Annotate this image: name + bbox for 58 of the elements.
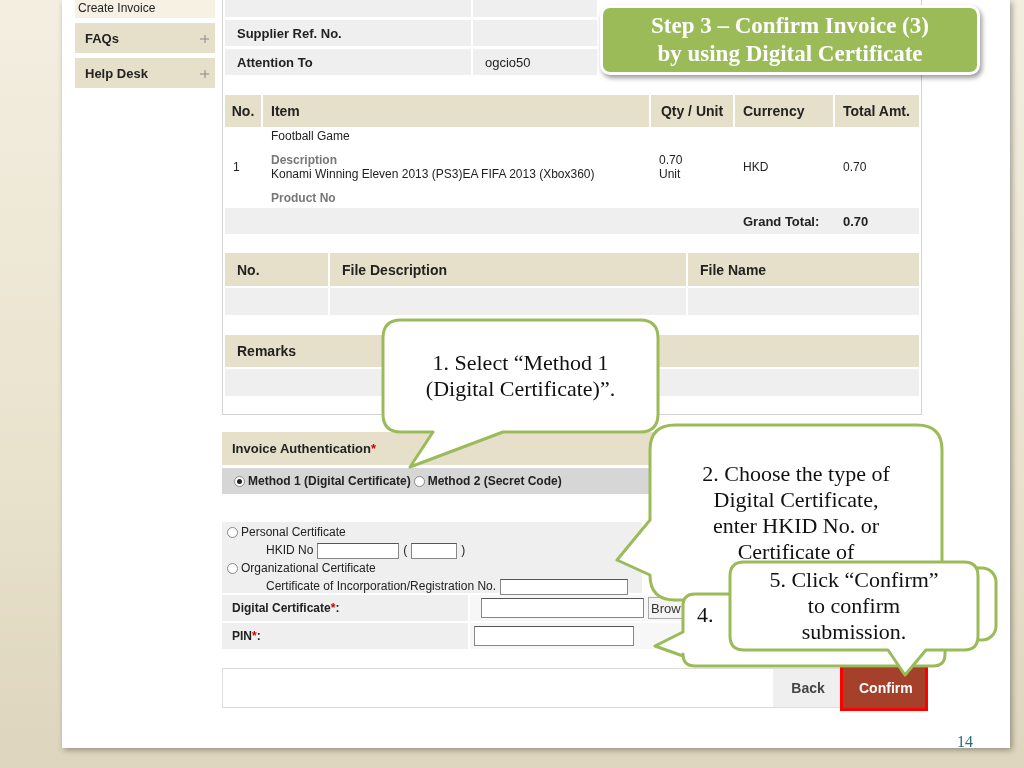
field-label: Attention To bbox=[225, 49, 471, 75]
page-number: 14 bbox=[957, 733, 973, 751]
table-cell-text: Unit bbox=[659, 167, 682, 181]
column-header: No. bbox=[231, 103, 255, 119]
radio-button[interactable] bbox=[227, 527, 238, 538]
bracket: ( bbox=[403, 542, 408, 559]
file-path-field[interactable] bbox=[481, 598, 644, 618]
column-header: File Description bbox=[342, 261, 448, 278]
menu-label: FAQs bbox=[85, 30, 119, 46]
column-header: Currency bbox=[743, 103, 805, 119]
pin-field[interactable] bbox=[474, 626, 634, 646]
sidebar-link[interactable]: Create Invoice bbox=[75, 0, 215, 18]
hkid-field[interactable] bbox=[317, 542, 400, 559]
confirm-button[interactable]: Confirm bbox=[843, 668, 925, 708]
item-name: Football Game bbox=[271, 129, 351, 143]
sidebar-item[interactable]: FAQs bbox=[75, 23, 215, 53]
radio-label: Organizational Certificate bbox=[241, 560, 376, 577]
expand-icon bbox=[200, 33, 209, 43]
column-header: Qty / Unit bbox=[660, 103, 724, 119]
slide-title: Step 3 – Confirm Invoice (3) by using Digital Certificate bbox=[651, 12, 929, 68]
callout-text: 1. Select “Method 1 (Digital Certificate)”. bbox=[425, 350, 616, 402]
registration-field[interactable] bbox=[500, 578, 629, 595]
field-label: Supplier Ref. No. bbox=[225, 20, 471, 46]
radio-button[interactable] bbox=[413, 475, 425, 487]
radio-label: Personal Certificate bbox=[241, 524, 346, 541]
grand-total-label: Grand Total: bbox=[742, 213, 821, 229]
table-cell-text: 1 bbox=[233, 160, 241, 174]
section-header: Remarks bbox=[237, 343, 297, 359]
item-description: Konami Winning Eleven 2013 (PS3)EA FIFA 2013 (Xbox360) bbox=[271, 167, 596, 181]
section-header: Invoice Authentication* bbox=[232, 441, 376, 456]
field-value: ogcio50 bbox=[473, 49, 597, 75]
callout-text: 4. bbox=[697, 602, 714, 628]
check-digit-field[interactable] bbox=[411, 542, 458, 559]
field-label: PIN*: bbox=[232, 629, 261, 643]
radio-button[interactable] bbox=[227, 563, 238, 574]
table-cell-text: 0.70 bbox=[843, 160, 868, 174]
radio-label: Method 2 (Secret Code) bbox=[427, 474, 562, 488]
description-label: Description bbox=[271, 153, 338, 167]
menu-label: Help Desk bbox=[85, 65, 148, 81]
column-header: Item bbox=[271, 103, 300, 119]
grand-total-value: 0.70 bbox=[842, 213, 870, 229]
expand-icon bbox=[200, 68, 209, 78]
radio-label: Method 1 (Digital Certificate) bbox=[248, 474, 411, 488]
table-cell-text: 0.70 bbox=[659, 153, 684, 167]
column-header: File Name bbox=[700, 261, 767, 278]
field-label: HKID No bbox=[266, 542, 314, 559]
field-label: Digital Certificate*: bbox=[232, 601, 340, 615]
radio-button[interactable] bbox=[234, 475, 245, 487]
bracket: ) bbox=[461, 542, 466, 559]
column-header: No. bbox=[237, 261, 260, 278]
sidebar-item[interactable]: Help Desk bbox=[75, 58, 215, 88]
product-no-label: Product No bbox=[271, 191, 337, 205]
table-cell-text: HKD bbox=[743, 160, 770, 174]
column-header: Total Amt. bbox=[843, 103, 910, 119]
callout-text: 2. Choose the type of Digital Certificate, enter HKID No. or Certificate of bbox=[702, 460, 890, 565]
back-button[interactable]: Back bbox=[773, 669, 843, 707]
field-label: Certificate of Incorporation/Registration No. bbox=[266, 578, 497, 595]
callout-text: 5. Click “Confirm” to confirm submission. bbox=[769, 567, 939, 645]
